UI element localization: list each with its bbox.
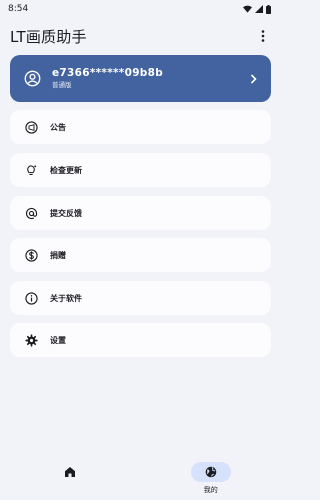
menu-item-announcement[interactable]: 公告 — [10, 110, 271, 144]
menu-label: 提交反馈 — [50, 208, 82, 218]
bottom-navigation: 我的 — [0, 452, 281, 500]
menu-item-about[interactable]: 关于软件 — [10, 281, 271, 315]
account-chevron — [247, 72, 259, 86]
menu-label: 公告 — [50, 122, 66, 132]
nav-item-mine[interactable]: 我的 — [166, 462, 256, 494]
more-vert-icon — [261, 30, 265, 42]
nav-label: 我的 — [203, 486, 218, 494]
more-options-button[interactable] — [255, 26, 271, 46]
account-text: e7366******09b8b 普通版 — [52, 67, 247, 90]
menu-item-check-update[interactable]: 检查更新 — [10, 153, 271, 187]
nav-item-home[interactable] — [25, 462, 115, 494]
menu-label: 关于软件 — [50, 293, 82, 303]
nav-pill-active — [190, 462, 231, 482]
menu-item-settings[interactable]: 设置 — [10, 323, 271, 357]
megaphone-icon — [24, 120, 38, 134]
menu-label: 检查更新 — [50, 165, 82, 175]
dollar-icon — [24, 248, 38, 262]
account-card[interactable]: e7366******09b8b 普通版 — [10, 55, 271, 102]
account-circle-icon — [24, 70, 40, 87]
status-icons — [243, 4, 271, 14]
menu-label: 捐赠 — [50, 250, 66, 260]
menu-item-feedback[interactable]: 提交反馈 — [10, 196, 271, 230]
globe-icon — [205, 466, 217, 478]
at-sign-icon — [24, 206, 38, 220]
menu-label: 设置 — [50, 335, 66, 345]
menu-item-donate[interactable]: 捐赠 — [10, 238, 271, 272]
info-icon — [24, 291, 38, 305]
home-icon — [65, 467, 76, 477]
lightbulb-icon — [24, 163, 38, 177]
status-bar: 8:54 — [0, 0, 281, 18]
wifi-icon — [243, 5, 252, 13]
app-bar: LT画质助手 — [0, 22, 281, 50]
account-type: 普通版 — [52, 81, 72, 89]
signal-icon — [255, 5, 263, 13]
chevron-right-icon — [250, 73, 257, 84]
battery-icon — [266, 4, 271, 14]
nav-pill — [50, 462, 90, 482]
account-id: e7366******09b8b — [52, 67, 164, 79]
status-time: 8:54 — [8, 4, 29, 14]
app-title: LT画质助手 — [10, 27, 87, 46]
avatar — [22, 69, 42, 89]
gear-icon — [24, 333, 38, 347]
